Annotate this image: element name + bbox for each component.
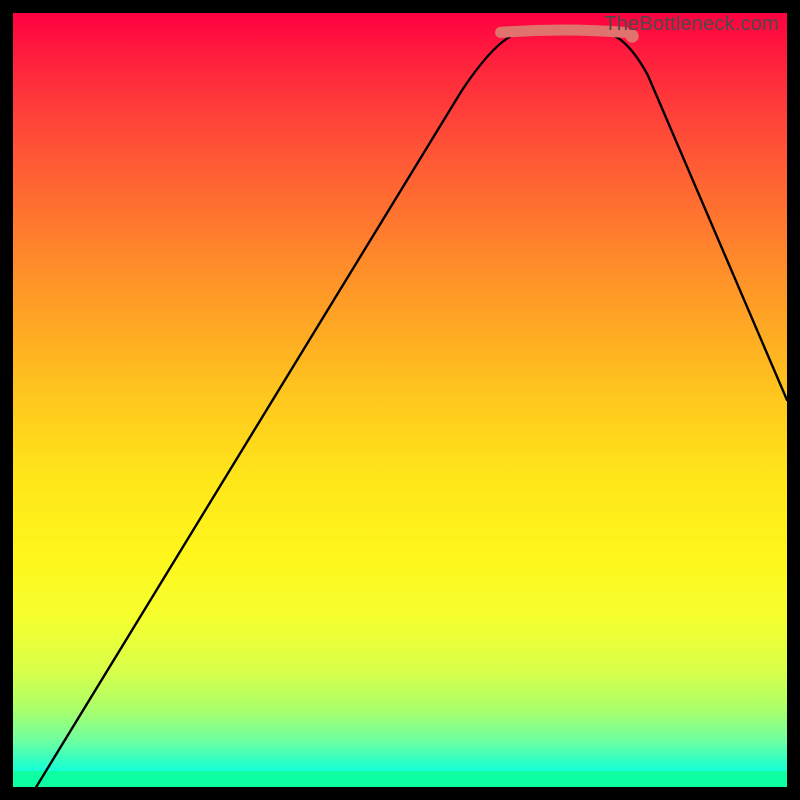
outer-frame: TheBottleneck.com: [0, 0, 800, 800]
bottleneck-curve-path: [36, 32, 787, 787]
plot-area: TheBottleneck.com: [13, 13, 787, 787]
curve-layer: [13, 13, 787, 787]
watermark-text: TheBottleneck.com: [604, 13, 779, 36]
